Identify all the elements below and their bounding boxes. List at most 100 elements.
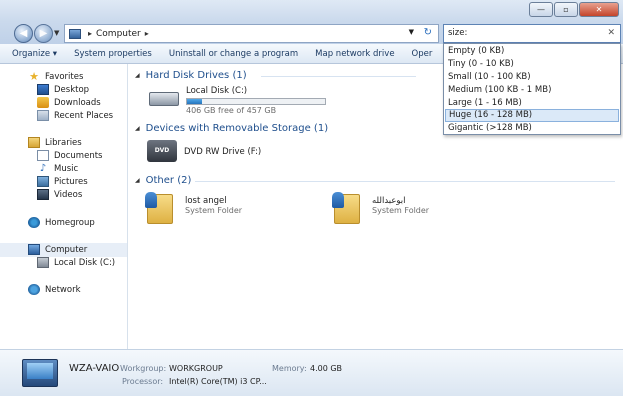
memory-label: Memory: xyxy=(272,364,307,373)
pictures-icon xyxy=(37,176,49,187)
group-header-hard-disks[interactable]: ◢ Hard Disk Drives (1) xyxy=(135,70,247,81)
size-option-tiny[interactable]: Tiny (0 - 10 KB) xyxy=(445,58,619,71)
nav-desktop[interactable]: Desktop xyxy=(37,84,89,95)
drive-tile-c[interactable]: Local Disk (C:) 406 GB free of 457 GB xyxy=(147,86,347,115)
nav-label: Network xyxy=(45,284,81,295)
search-input[interactable]: size: ✕ xyxy=(443,24,621,43)
group-header-removable[interactable]: ◢ Devices with Removable Storage (1) xyxy=(135,123,328,134)
nav-network[interactable]: Network xyxy=(28,284,81,295)
nav-label: Desktop xyxy=(54,84,90,95)
processor-label: Processor: xyxy=(122,377,164,386)
chevron-right-icon[interactable]: ▸ xyxy=(145,29,149,38)
nav-documents[interactable]: Documents xyxy=(37,150,102,161)
music-note-icon: ♪ xyxy=(39,163,47,174)
group-title: Other (2) xyxy=(145,175,192,186)
nav-favorites[interactable]: ★ Favorites xyxy=(28,71,83,83)
clear-search-icon[interactable]: ✕ xyxy=(607,25,615,42)
user-folder-icon xyxy=(145,192,173,224)
nav-label: Pictures xyxy=(54,176,88,187)
group-title: Hard Disk Drives (1) xyxy=(145,70,247,81)
size-option-gigantic[interactable]: Gigantic (>128 MB) xyxy=(445,122,619,135)
nav-music[interactable]: ♪ Music xyxy=(37,163,78,174)
size-filter-dropdown: Empty (0 KB) Tiny (0 - 10 KB) Small (10 … xyxy=(443,43,621,135)
drive-tile-dvd[interactable]: DVD DVD RW Drive (F:) xyxy=(147,140,261,162)
nav-label: Favorites xyxy=(45,72,84,82)
workgroup-label: Workgroup: xyxy=(120,364,167,373)
group-divider xyxy=(195,181,615,182)
breadcrumb-computer[interactable]: Computer xyxy=(96,29,141,39)
window-controls: — ▫ ✕ xyxy=(528,2,619,17)
memory-value: 4.00 GB xyxy=(310,364,343,373)
nav-label: Videos xyxy=(54,189,83,200)
folder-name: ابوعبدالله xyxy=(372,196,406,206)
drive-free-space: 406 GB free of 457 GB xyxy=(186,106,277,115)
size-option-empty[interactable]: Empty (0 KB) xyxy=(445,45,619,58)
nav-label: Homegroup xyxy=(45,217,95,228)
collapse-triangle-icon[interactable]: ◢ xyxy=(135,125,140,132)
nav-label: Downloads xyxy=(54,97,101,108)
nav-videos[interactable]: Videos xyxy=(37,189,82,200)
user-folder-icon xyxy=(332,192,360,224)
open-control-panel-button[interactable]: Oper xyxy=(412,49,433,59)
nav-label: Music xyxy=(54,163,79,174)
uninstall-program-button[interactable]: Uninstall or change a program xyxy=(169,49,298,59)
nav-computer[interactable]: Computer xyxy=(28,244,87,255)
nav-label: Documents xyxy=(54,150,103,161)
address-bar[interactable]: ▸ Computer ▸ ▼ ↻ xyxy=(64,24,439,43)
laptop-icon xyxy=(22,359,58,387)
maximize-button[interactable]: ▫ xyxy=(554,2,578,17)
downloads-icon xyxy=(37,97,49,108)
nav-homegroup[interactable]: Homegroup xyxy=(28,217,95,228)
homegroup-icon xyxy=(28,217,40,228)
nav-recent-places[interactable]: Recent Places xyxy=(37,110,113,121)
capacity-bar xyxy=(186,98,326,105)
back-button[interactable]: ◀ xyxy=(14,24,33,43)
folder-name: lost angel xyxy=(185,196,227,206)
explorer-window: — ▫ ✕ ◀ ▶ ▼ ▸ Computer ▸ ▼ ↻ size: ✕ Org… xyxy=(0,0,623,396)
drive-name: Local Disk (C:) xyxy=(186,86,248,96)
group-header-other[interactable]: ◢ Other (2) xyxy=(135,175,191,186)
system-folder-tile[interactable]: lost angel System Folder xyxy=(145,192,243,224)
map-network-drive-button[interactable]: Map network drive xyxy=(315,49,394,59)
nav-libraries[interactable]: Libraries xyxy=(28,137,82,148)
system-properties-button[interactable]: System properties xyxy=(74,49,152,59)
collapse-triangle-icon[interactable]: ◢ xyxy=(135,177,140,184)
nav-pictures[interactable]: Pictures xyxy=(37,176,88,187)
close-button[interactable]: ✕ xyxy=(579,2,619,17)
computer-icon xyxy=(69,28,81,39)
nav-downloads[interactable]: Downloads xyxy=(37,97,101,108)
group-title: Devices with Removable Storage (1) xyxy=(145,123,329,134)
nav-label: Recent Places xyxy=(54,110,114,121)
group-divider xyxy=(261,76,416,77)
system-folder-tile[interactable]: ابوعبدالله System Folder xyxy=(332,192,430,224)
documents-icon xyxy=(37,150,49,161)
hard-disk-icon xyxy=(37,257,49,268)
capacity-bar-fill xyxy=(187,99,203,104)
nav-label: Computer xyxy=(45,244,88,255)
computer-name: WZA-VAIO xyxy=(69,363,120,374)
folder-type: System Folder xyxy=(372,206,430,215)
search-query: size: xyxy=(448,28,468,38)
nav-local-disk[interactable]: Local Disk (C:) xyxy=(37,257,115,268)
title-bar: — ▫ ✕ ◀ ▶ ▼ ▸ Computer ▸ ▼ ↻ size: ✕ xyxy=(0,0,623,44)
minimize-button[interactable]: — xyxy=(529,2,553,17)
videos-icon xyxy=(37,189,49,200)
organize-button[interactable]: Organize ▾ xyxy=(12,49,57,59)
chevron-right-icon[interactable]: ▸ xyxy=(88,29,92,38)
dvd-drive-icon: DVD xyxy=(147,140,177,162)
size-option-medium[interactable]: Medium (100 KB - 1 MB) xyxy=(445,84,619,97)
size-option-small[interactable]: Small (10 - 100 KB) xyxy=(445,71,619,84)
forward-button[interactable]: ▶ xyxy=(34,24,53,43)
address-dropdown-chevron-down-icon[interactable]: ▼ xyxy=(409,28,414,36)
computer-icon xyxy=(28,244,40,255)
recent-pages-chevron-down-icon[interactable]: ▼ xyxy=(54,29,59,37)
network-icon xyxy=(28,284,40,295)
folder-type: System Folder xyxy=(185,206,243,215)
recent-places-icon xyxy=(37,110,49,121)
drive-name: DVD RW Drive (F:) xyxy=(184,147,262,157)
collapse-triangle-icon[interactable]: ◢ xyxy=(135,72,140,79)
star-icon: ★ xyxy=(29,70,39,83)
workgroup-value: WORKGROUP xyxy=(169,364,223,373)
refresh-icon[interactable]: ↻ xyxy=(424,27,432,38)
size-option-huge[interactable]: Huge (16 - 128 MB) xyxy=(445,109,619,122)
